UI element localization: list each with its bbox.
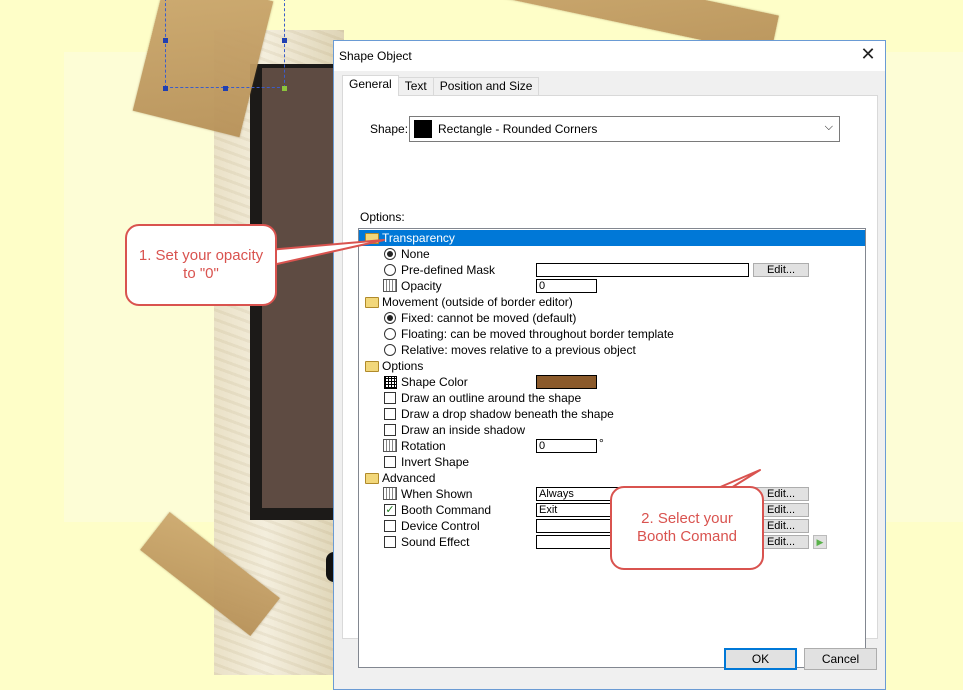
group-advanced[interactable]: Advanced [359,470,865,486]
option-label: Fixed: cannot be moved (default) [401,311,577,325]
property-icon [383,487,397,500]
option-outline[interactable]: Draw an outline around the shape [359,390,865,406]
color-grid-icon [384,376,397,389]
predefined-mask-field[interactable] [536,263,749,277]
chevron-down-icon: ⌵ [824,121,833,133]
options-label: Options: [360,210,405,224]
shape-swatch [414,120,432,138]
property-icon [383,439,397,452]
shape-select-value: Rectangle - Rounded Corners [438,122,598,136]
option-transparency-none[interactable]: None [359,246,865,262]
option-label: Draw a drop shadow beneath the shape [401,407,614,421]
shape-color-swatch[interactable] [536,375,597,389]
option-shape-color[interactable]: Shape Color [359,374,865,390]
callout-set-opacity: 1. Set your opacity to "0" [125,224,277,306]
selection-handle[interactable] [282,38,287,43]
device-control-checkbox[interactable] [384,520,396,532]
group-options[interactable]: Options [359,358,865,374]
property-icon [383,279,397,292]
option-label: Draw an inside shadow [401,423,526,437]
title-bar[interactable]: Shape Object ✕ [334,41,885,71]
radio-none[interactable] [384,248,396,260]
inside-shadow-checkbox[interactable] [384,424,396,436]
folder-icon [365,297,379,308]
option-label: When Shown [401,487,473,501]
shape-label: Shape: [370,122,409,136]
option-label: Pre-defined Mask [401,263,496,277]
predefined-mask-edit-button[interactable]: Edit... [753,263,809,277]
booth-command-checkbox[interactable]: ✓ [384,504,396,516]
selection-box[interactable] [165,0,285,88]
option-label: Floating: can be moved throughout border… [401,327,674,341]
option-rotation[interactable]: Rotation 0 ° [359,436,865,454]
close-icon[interactable]: ✕ [855,43,881,67]
option-predefined-mask[interactable]: Pre-defined Mask Edit... [359,262,865,278]
option-drop-shadow[interactable]: Draw a drop shadow beneath the shape [359,406,865,422]
degree-symbol: ° [599,436,604,450]
tab-general[interactable]: General [342,75,399,96]
option-label: Sound Effect [401,535,470,549]
tab-text[interactable]: Text [397,77,434,96]
option-label: Draw an outline around the shape [401,391,582,405]
option-label: None [401,247,430,261]
radio-predefined-mask[interactable] [384,264,396,276]
option-label: Invert Shape [401,455,470,469]
option-inside-shadow[interactable]: Draw an inside shadow [359,422,865,438]
option-label: Rotation [401,439,446,453]
shape-object-dialog: Shape Object ✕ General Text Position and… [333,40,886,690]
folder-icon [365,361,379,372]
option-label: Device Control [401,519,480,533]
option-floating[interactable]: Floating: can be moved throughout border… [359,326,865,342]
group-transparency[interactable]: Transparency [359,230,865,246]
radio-relative[interactable] [384,344,396,356]
ok-button[interactable]: OK [724,648,797,670]
option-label: Opacity [401,279,442,293]
dialog-title: Shape Object [339,49,412,63]
play-icon[interactable]: ▶ [813,535,827,549]
group-label: Transparency [382,231,455,245]
selection-handle[interactable] [223,86,228,91]
callout-select-booth-command: 2. Select your Booth Comand [610,486,764,570]
outline-checkbox[interactable] [384,392,396,404]
cancel-button[interactable]: Cancel [804,648,877,670]
option-fixed[interactable]: Fixed: cannot be moved (default) [359,310,865,326]
option-label: Booth Command [401,503,492,517]
folder-icon [365,233,379,244]
option-label: Relative: moves relative to a previous o… [401,343,636,357]
radio-floating[interactable] [384,328,396,340]
group-label: Options [382,359,424,373]
selection-handle[interactable] [163,38,168,43]
option-label: Shape Color [401,375,468,389]
option-invert-shape[interactable]: Invert Shape [359,454,865,470]
folder-icon [365,473,379,484]
tab-bar: General Text Position and Size [342,75,540,96]
invert-shape-checkbox[interactable] [384,456,396,468]
group-label: Movement (outside of border editor) [382,295,573,309]
options-tree: Transparency None Pre-defined Mask Edit.… [358,228,866,668]
option-opacity[interactable]: Opacity 0 [359,278,865,294]
radio-fixed[interactable] [384,312,396,324]
sound-effect-checkbox[interactable] [384,536,396,548]
group-movement[interactable]: Movement (outside of border editor) [359,294,865,310]
shape-select[interactable]: Rectangle - Rounded Corners ⌵ [409,116,840,142]
group-label: Advanced [382,471,436,485]
option-relative[interactable]: Relative: moves relative to a previous o… [359,342,865,358]
opacity-field[interactable]: 0 [536,279,597,293]
tab-position-and-size[interactable]: Position and Size [432,77,540,96]
rotation-field[interactable]: 0 [536,439,597,453]
selection-handle[interactable] [163,86,168,91]
drop-shadow-checkbox[interactable] [384,408,396,420]
selection-handle[interactable] [282,86,287,91]
